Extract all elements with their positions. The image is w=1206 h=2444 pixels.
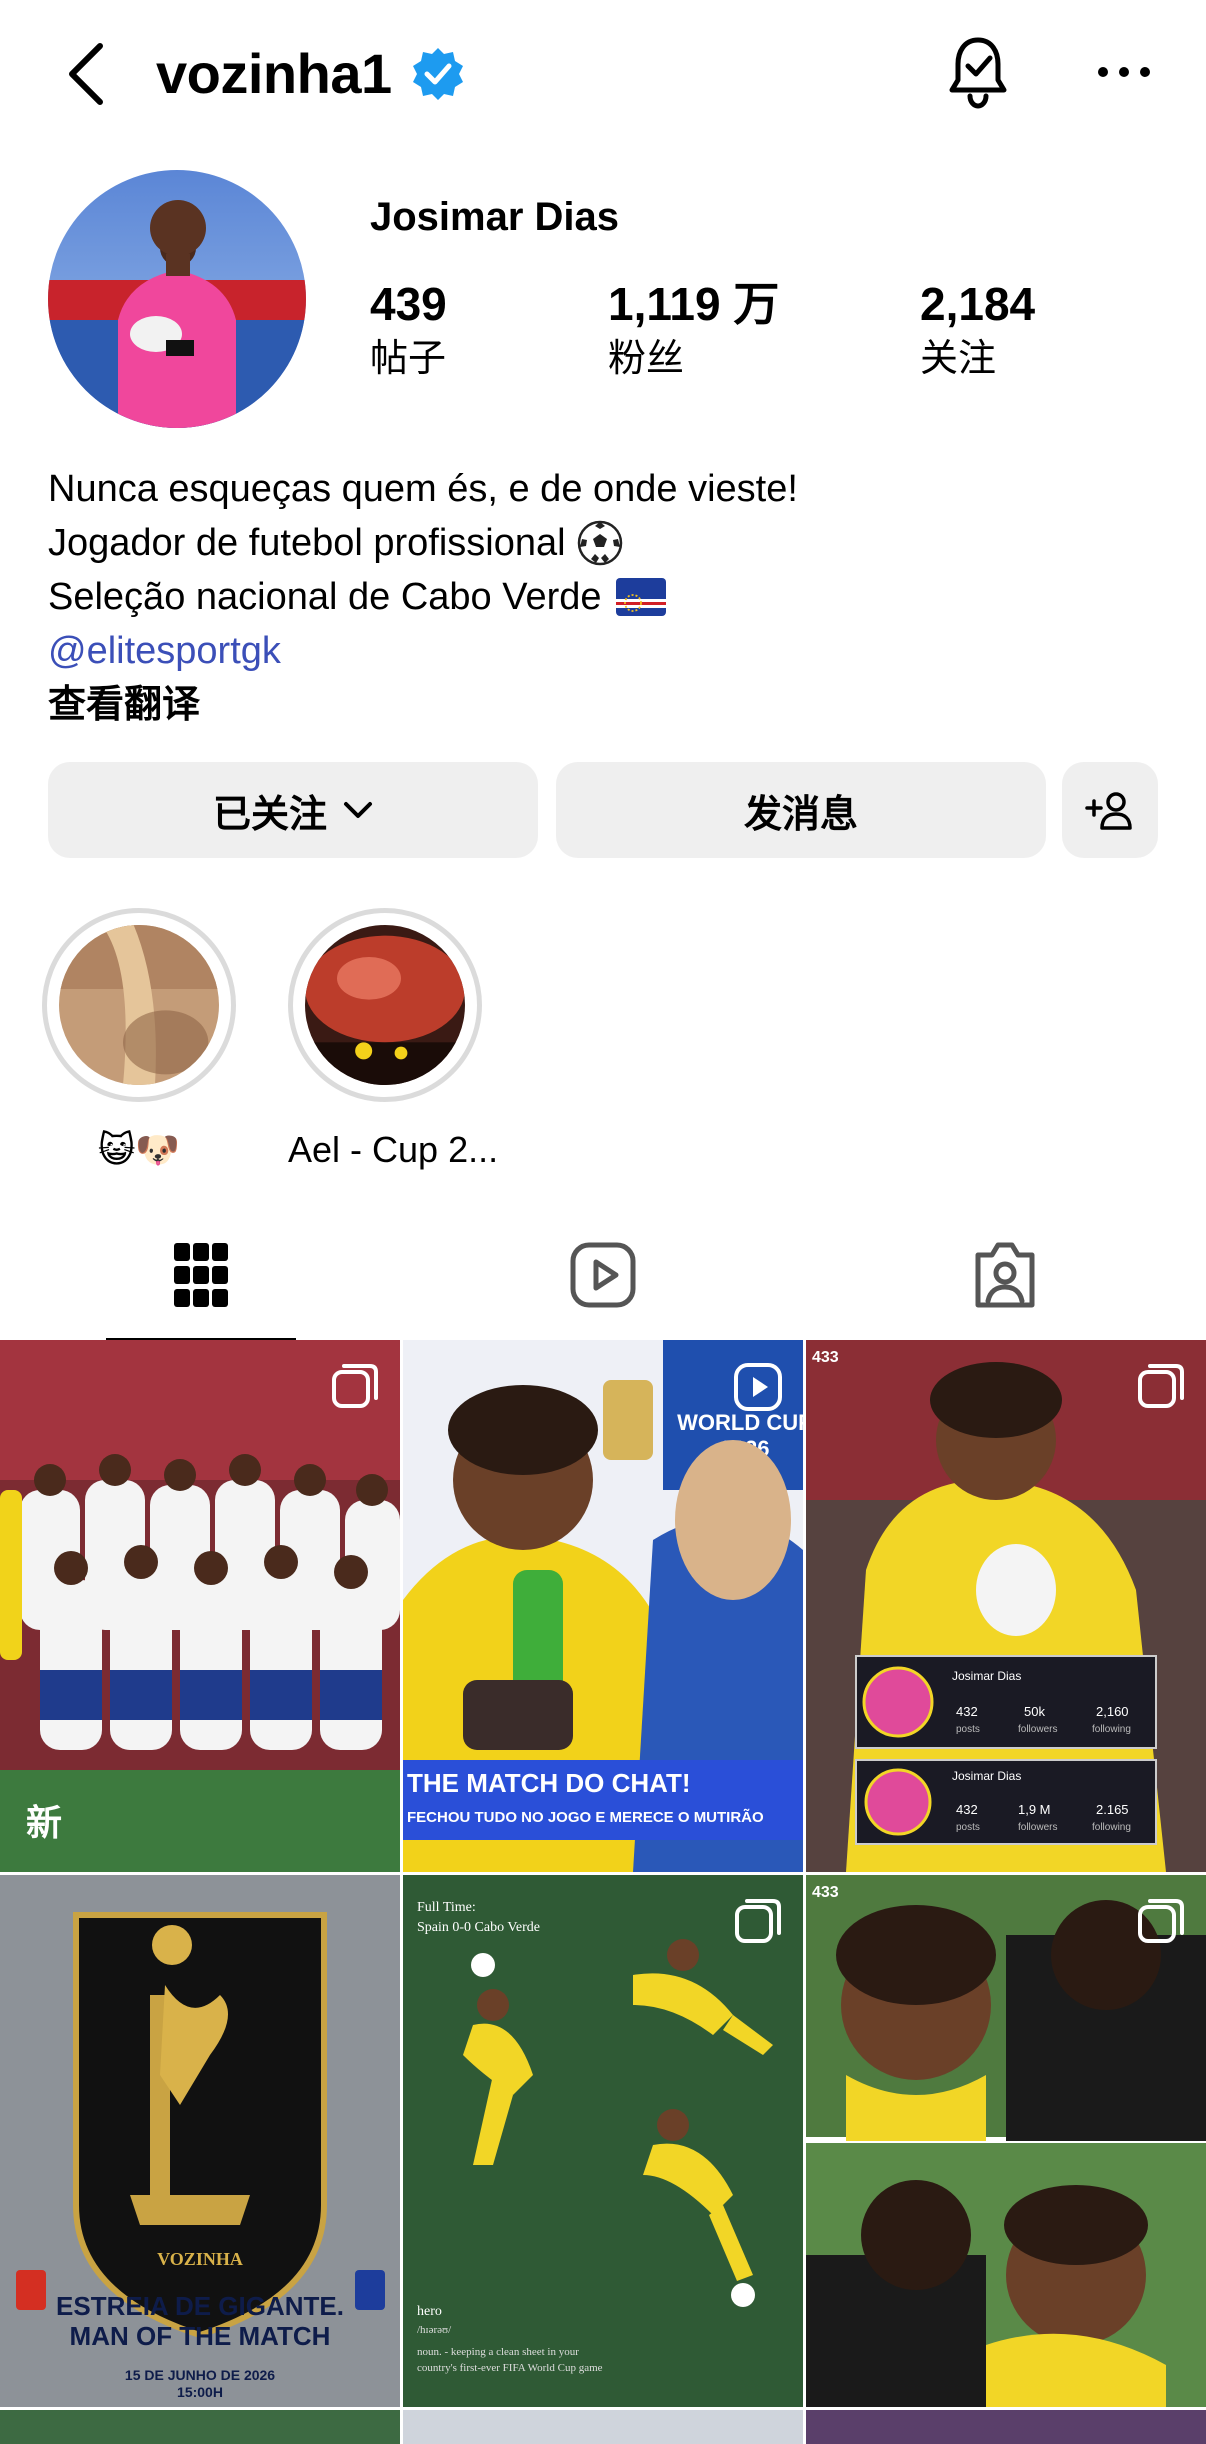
tagged-icon — [975, 1242, 1035, 1308]
svg-text:following: following — [1092, 1822, 1131, 1833]
story-highlight[interactable]: 😺🐶 — [42, 908, 236, 1172]
svg-text:Full Time:: Full Time: — [417, 1900, 476, 1915]
svg-text:country's first-ever FIFA Worl: country's first-ever FIFA World Cup game — [417, 2362, 603, 2374]
bio-line: Nunca esqueças quem és, e de onde vieste… — [48, 468, 798, 510]
post-thumbnail[interactable]: Full Time: Spain 0-0 Cabo Verde hero /hɪ… — [403, 1875, 803, 2407]
chevron-down-icon — [344, 802, 372, 818]
svg-text:followers: followers — [1018, 1724, 1057, 1735]
stat-posts[interactable]: 439 帖子 — [370, 276, 447, 384]
message-button-label: 发消息 — [743, 793, 858, 836]
svg-text:15 DE JUNHO DE 2026: 15 DE JUNHO DE 2026 — [125, 2367, 275, 2383]
back-button[interactable] — [56, 36, 116, 112]
tab-tagged[interactable] — [804, 1210, 1206, 1340]
avatar-image — [48, 170, 306, 428]
svg-text:1,9 M: 1,9 M — [1018, 1802, 1051, 1817]
stat-followers-count: 1,119 万 — [608, 278, 780, 330]
svg-text:432: 432 — [956, 1802, 978, 1817]
svg-text:2,160: 2,160 — [1096, 1704, 1129, 1719]
svg-text:50k: 50k — [1024, 1704, 1045, 1719]
story-highlight[interactable]: Ael - Cup 2... — [288, 908, 499, 1172]
suggested-users-button[interactable] — [1062, 762, 1158, 858]
post-thumbnail[interactable]: 新 — [0, 1340, 400, 1872]
tab-reels[interactable] — [402, 1210, 804, 1340]
svg-text:posts: posts — [956, 1822, 980, 1833]
svg-text:WORLD CUP: WORLD CUP — [677, 1410, 803, 1435]
following-button[interactable]: 已关注 — [48, 762, 538, 858]
svg-text:432: 432 — [956, 1704, 978, 1719]
svg-text:following: following — [1092, 1724, 1131, 1735]
stat-followers-label: 粉丝 — [608, 338, 685, 380]
svg-text:noun. - keeping a clean sheet: noun. - keeping a clean sheet in your — [417, 2346, 579, 2358]
profile-avatar[interactable] — [48, 170, 306, 428]
svg-text:433: 433 — [812, 1884, 839, 1901]
profile-full-name: Josimar Dias — [370, 195, 620, 239]
svg-text:VOZINHA: VOZINHA — [157, 2249, 243, 2269]
svg-text:posts: posts — [956, 1724, 980, 1735]
new-post-tag: 新 — [26, 1802, 63, 1843]
stat-posts-count: 439 — [370, 278, 447, 330]
notification-bell-icon — [949, 37, 1007, 109]
carousel-icon — [1138, 1364, 1184, 1408]
svg-text:THE MATCH DO CHAT!: THE MATCH DO CHAT! — [407, 1768, 691, 1798]
following-button-label: 已关注 — [212, 793, 327, 836]
svg-text:15:00H: 15:00H — [177, 2384, 223, 2400]
stat-posts-label: 帖子 — [370, 338, 447, 380]
svg-text:FECHOU TUDO NO JOGO E MERECE O: FECHOU TUDO NO JOGO E MERECE O MUTIRÃO — [407, 1808, 764, 1826]
reels-icon — [570, 1242, 636, 1308]
profile-header: vozinha1 — [0, 0, 1206, 150]
post-thumbnail[interactable] — [403, 2410, 803, 2444]
see-translation-link[interactable]: 查看翻译 — [48, 678, 798, 732]
post-thumbnail[interactable]: 433 Josimar Dias 432 50k 2,160 posts fol… — [806, 1340, 1206, 1872]
highlight-cover — [305, 925, 465, 1085]
carousel-icon — [735, 1899, 781, 1943]
cabo-verde-flag-icon — [615, 578, 666, 616]
highlight-label: Ael - Cup 2... — [288, 1129, 499, 1170]
tab-posts[interactable] — [0, 1210, 402, 1340]
more-options-icon — [1098, 67, 1108, 77]
post-thumbnail[interactable]: VOZINHA ESTREIA DE GIGANTE. MAN OF THE M… — [0, 1875, 400, 2407]
post-thumbnail[interactable]: WORLD CUP 2026 THE MATCH DO CHAT! FECHOU… — [403, 1340, 803, 1872]
post-thumbnail[interactable] — [806, 2410, 1206, 2444]
reel-icon — [734, 1363, 782, 1411]
notification-bell-button[interactable] — [946, 34, 1010, 110]
profile-tabs — [0, 1210, 1206, 1342]
stat-following-label: 关注 — [920, 338, 997, 380]
carousel-icon — [332, 1364, 378, 1408]
posts-grid-icon — [174, 1243, 228, 1307]
message-button[interactable]: 发消息 — [556, 762, 1046, 858]
bio-mention-link[interactable]: @elitesportgk — [48, 624, 798, 678]
bio-line-text: Seleção nacional de Cabo Verde — [48, 576, 602, 618]
verified-badge-icon — [413, 48, 463, 100]
add-person-icon — [1085, 792, 1132, 830]
soccer-ball-icon — [577, 520, 622, 566]
post-thumbnail[interactable] — [0, 2410, 400, 2444]
highlight-label: 😺🐶 — [97, 1129, 181, 1170]
post-thumbnail[interactable]: 433 — [806, 1875, 1206, 2407]
more-options-button[interactable] — [1092, 46, 1156, 98]
stat-following-count: 2,184 — [920, 278, 1036, 330]
svg-text:2.165: 2.165 — [1096, 1802, 1129, 1817]
bio-line-text: Jogador de futebol profissional — [48, 522, 566, 564]
svg-text:hero: hero — [417, 2304, 442, 2319]
bio-line: Jogador de futebol profissional — [48, 516, 798, 570]
svg-text:MAN OF THE MATCH: MAN OF THE MATCH — [70, 2321, 331, 2351]
svg-text:Josimar Dias: Josimar Dias — [952, 1669, 1021, 1683]
highlight-cover — [59, 925, 219, 1085]
svg-text:Josimar Dias: Josimar Dias — [952, 1769, 1021, 1783]
carousel-icon — [1138, 1899, 1184, 1943]
svg-text:followers: followers — [1018, 1822, 1057, 1833]
profile-username: vozinha1 — [156, 42, 392, 105]
stat-following[interactable]: 2,184 关注 — [920, 276, 1035, 384]
back-icon — [69, 43, 103, 105]
bio-line: Seleção nacional de Cabo Verde — [48, 570, 798, 624]
svg-text:Spain 0-0 Cabo Verde: Spain 0-0 Cabo Verde — [417, 1920, 540, 1935]
posts-grid: 新 WORLD CUP 2026 THE MATCH DO CHAT! FECH… — [0, 1340, 1206, 2444]
svg-text:433: 433 — [812, 1349, 839, 1366]
profile-bio: Nunca esqueças quem és, e de onde vieste… — [48, 462, 798, 732]
svg-text:/hɪərəʊ/: /hɪərəʊ/ — [417, 2324, 452, 2336]
stat-followers[interactable]: 1,119 万 粉丝 — [608, 276, 779, 384]
svg-text:ESTREIA DE GIGANTE.: ESTREIA DE GIGANTE. — [56, 2291, 344, 2321]
